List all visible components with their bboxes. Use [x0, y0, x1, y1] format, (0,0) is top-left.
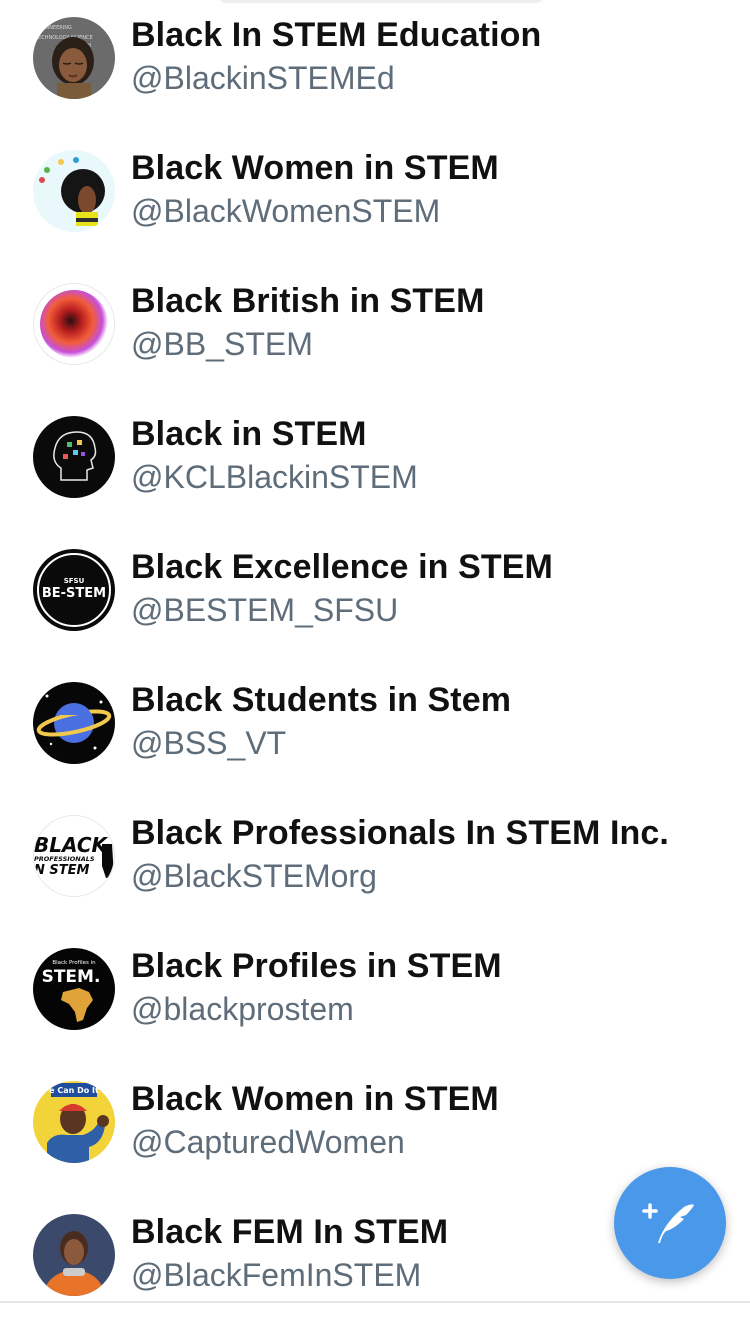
bpstem-logo-line2: PROFESSIONALS — [34, 855, 95, 863]
account-handle[interactable]: @CapturedWomen — [131, 1124, 405, 1161]
compose-tweet-button[interactable] — [614, 1167, 726, 1279]
list-item[interactable]: BLACK PROFESSIONALS N STEM Black Profess… — [0, 798, 750, 931]
account-handle[interactable]: @BB_STEM — [131, 326, 313, 363]
list-item[interactable]: Black Students in Stem @BSS_VT — [0, 665, 750, 798]
list-item[interactable]: Black Profiles in STEM. Black Profiles i… — [0, 931, 750, 1064]
account-name[interactable]: Black Profiles in STEM — [131, 947, 502, 986]
list-item[interactable]: Black in STEM @KCLBlackinSTEM — [0, 399, 750, 532]
account-name[interactable]: Black In STEM Education — [131, 16, 541, 55]
compose-tweet-icon — [642, 1203, 694, 1243]
be-stem-badge-top-text: SFSU — [64, 577, 85, 585]
be-stem-badge-avatar-icon[interactable]: SFSU BE-STEM — [33, 549, 115, 631]
account-handle[interactable]: @BlackWomenSTEM — [131, 193, 440, 230]
account-name[interactable]: Black British in STEM — [131, 282, 485, 321]
svg-text:ENGINEERING: ENGINEERING — [37, 25, 72, 31]
be-stem-badge-main-text: BE-STEM — [42, 586, 106, 601]
account-handle[interactable]: @BESTEM_SFSU — [131, 592, 398, 629]
we-can-do-it-text: e Can Do It — [49, 1086, 99, 1095]
account-name[interactable]: Black Students in Stem — [131, 681, 511, 720]
africa-map-top-text: Black Profiles in — [52, 960, 96, 966]
astronaut-portrait-avatar-icon[interactable] — [33, 1214, 115, 1296]
account-name[interactable]: Black in STEM — [131, 415, 367, 454]
account-name[interactable]: Black Professionals In STEM Inc. — [131, 814, 669, 853]
list-item[interactable]: ENGINEERING TECHNOLOGY SCIENCE MATH Blac… — [0, 0, 750, 133]
bpstem-logo-line3: N STEM — [34, 863, 90, 878]
account-name[interactable]: Black Women in STEM — [131, 149, 499, 188]
woman-wordcloud-avatar-icon[interactable]: ENGINEERING TECHNOLOGY SCIENCE MATH — [33, 17, 115, 99]
account-name[interactable]: Black Women in STEM — [131, 1080, 499, 1119]
list-item[interactable]: SFSU BE-STEM Black Excellence in STEM @B… — [0, 532, 750, 665]
account-handle[interactable]: @blackprostem — [131, 991, 354, 1028]
account-handle[interactable]: @BlackFemInSTEM — [131, 1257, 421, 1294]
head-silhouette-avatar-icon[interactable] — [33, 416, 115, 498]
gradient-blob-avatar-icon[interactable] — [33, 283, 115, 365]
account-handle[interactable]: @BlackinSTEMEd — [131, 60, 395, 97]
account-name[interactable]: Black FEM In STEM — [131, 1213, 448, 1252]
account-name[interactable]: Black Excellence in STEM — [131, 548, 553, 587]
list-item[interactable]: Black Women in STEM @BlackWomenSTEM — [0, 133, 750, 266]
account-handle[interactable]: @BlackSTEMorg — [131, 858, 377, 895]
planet-avatar-icon[interactable] — [33, 682, 115, 764]
list-item[interactable]: Black British in STEM @BB_STEM — [0, 266, 750, 399]
account-handle[interactable]: @BSS_VT — [131, 725, 286, 762]
bpstem-logo-line1: BLACK — [34, 833, 109, 857]
bpstem-logo-avatar-icon[interactable]: BLACK PROFESSIONALS N STEM — [33, 815, 115, 897]
africa-map-avatar-icon[interactable]: Black Profiles in STEM. — [33, 948, 115, 1030]
account-handle[interactable]: @KCLBlackinSTEM — [131, 459, 418, 496]
africa-map-main-text: STEM. — [42, 967, 101, 987]
afro-woman-profile-avatar-icon[interactable] — [33, 150, 115, 232]
we-can-do-it-avatar-icon[interactable]: e Can Do It — [33, 1081, 115, 1163]
